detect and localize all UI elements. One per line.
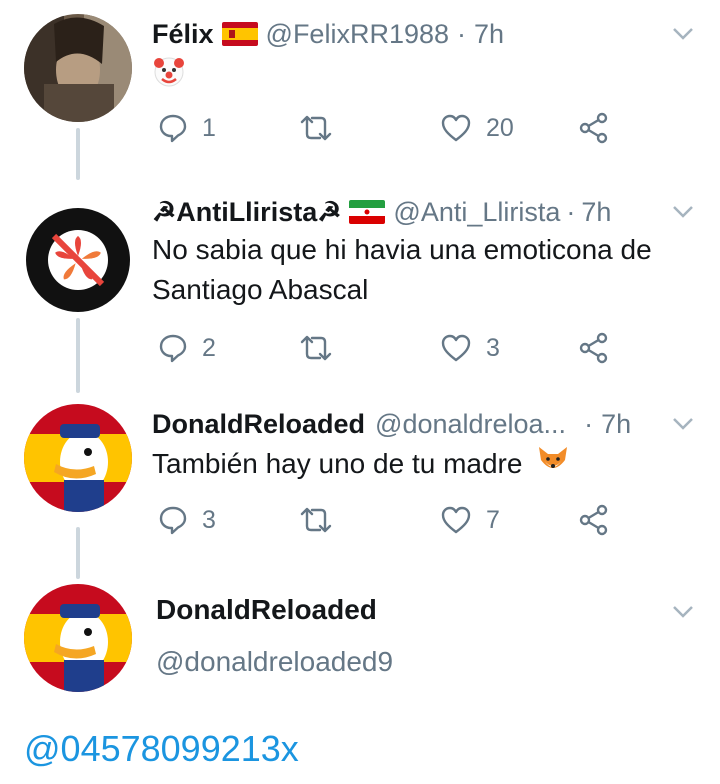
avatar[interactable] bbox=[24, 206, 132, 314]
reply-compose[interactable]: DonaldReloaded @donaldreloaded9 bbox=[0, 584, 720, 714]
reply-mention-link[interactable]: @04578099213x bbox=[24, 728, 299, 770]
like-count: 7 bbox=[486, 505, 500, 534]
heart-icon bbox=[441, 114, 471, 142]
share-icon bbox=[579, 504, 608, 536]
reply-icon bbox=[159, 334, 187, 363]
reply-button[interactable]: 3 bbox=[158, 498, 216, 542]
iran-flag-icon bbox=[349, 200, 386, 224]
share-button[interactable] bbox=[578, 106, 624, 150]
tweet[interactable]: ☭AntiLlirista☭ @Anti_Llirista · 7h No sa… bbox=[0, 192, 720, 382]
tweet[interactable]: DonaldReloaded @donaldreloa... · 7h Tamb… bbox=[0, 404, 720, 554]
separator-dot: · bbox=[457, 18, 467, 49]
like-button[interactable]: 7 bbox=[440, 498, 500, 542]
user-handle[interactable]: @donaldreloa... bbox=[375, 409, 566, 440]
avatar[interactable] bbox=[24, 14, 132, 122]
user-handle[interactable]: @donaldreloaded9 bbox=[156, 646, 393, 678]
display-name[interactable]: DonaldReloaded bbox=[156, 594, 377, 626]
separator-dot: · bbox=[566, 196, 576, 227]
share-button[interactable] bbox=[578, 498, 624, 542]
user-handle[interactable]: @FelixRR1988 bbox=[266, 19, 449, 50]
timestamp[interactable]: 7h bbox=[601, 409, 631, 440]
retweet-button[interactable] bbox=[298, 498, 348, 542]
retweet-icon bbox=[300, 115, 332, 141]
tweet-text-content: También hay uno de tu madre bbox=[152, 448, 523, 479]
tweet-text bbox=[152, 54, 186, 99]
chevron-down-icon[interactable] bbox=[672, 416, 694, 432]
reply-button[interactable]: 1 bbox=[158, 106, 216, 150]
like-count: 20 bbox=[486, 113, 514, 142]
like-count: 3 bbox=[486, 333, 500, 362]
separator-dot: · bbox=[584, 408, 594, 439]
clown-face-icon bbox=[152, 54, 186, 99]
reply-icon bbox=[159, 506, 187, 535]
tweet-text: No sabia que hi havia una emoticona de S… bbox=[152, 234, 652, 305]
tweet-header: ☭AntiLlirista☭ @Anti_Llirista · 7h bbox=[152, 190, 611, 234]
share-icon bbox=[579, 112, 608, 144]
timestamp[interactable]: 7h bbox=[474, 19, 504, 50]
tweet-text: También hay uno de tu madre bbox=[152, 444, 570, 487]
heart-icon bbox=[441, 506, 471, 534]
reply-icon bbox=[159, 114, 187, 143]
tweet[interactable]: Félix @FelixRR1988 · 7h 1 20 bbox=[0, 14, 720, 164]
fox-face-icon bbox=[536, 444, 570, 487]
chevron-down-icon[interactable] bbox=[672, 604, 694, 620]
reply-count: 3 bbox=[202, 505, 216, 534]
like-button[interactable]: 20 bbox=[440, 106, 514, 150]
user-handle[interactable]: @Anti_Llirista bbox=[393, 197, 560, 228]
tweet-header: Félix @FelixRR1988 · 7h bbox=[152, 12, 504, 56]
heart-icon bbox=[441, 334, 471, 362]
share-icon bbox=[579, 332, 608, 364]
chevron-down-icon[interactable] bbox=[672, 26, 694, 42]
avatar[interactable] bbox=[24, 584, 132, 692]
retweet-button[interactable] bbox=[298, 106, 348, 150]
chevron-down-icon[interactable] bbox=[672, 204, 694, 220]
share-button[interactable] bbox=[578, 326, 624, 370]
reply-count: 1 bbox=[202, 113, 216, 142]
retweet-button[interactable] bbox=[298, 326, 348, 370]
display-name[interactable]: Félix bbox=[152, 19, 214, 50]
timestamp[interactable]: 7h bbox=[581, 197, 611, 228]
reply-count: 2 bbox=[202, 333, 216, 362]
spain-flag-icon bbox=[221, 22, 258, 46]
tweet-header: DonaldReloaded @donaldreloa... · 7h bbox=[152, 402, 631, 446]
display-name[interactable]: DonaldReloaded bbox=[152, 409, 365, 440]
avatar[interactable] bbox=[24, 404, 132, 512]
retweet-icon bbox=[300, 507, 332, 533]
like-button[interactable]: 3 bbox=[440, 326, 500, 370]
reply-button[interactable]: 2 bbox=[158, 326, 216, 370]
retweet-icon bbox=[300, 335, 332, 361]
display-name[interactable]: ☭AntiLlirista☭ bbox=[152, 197, 341, 228]
